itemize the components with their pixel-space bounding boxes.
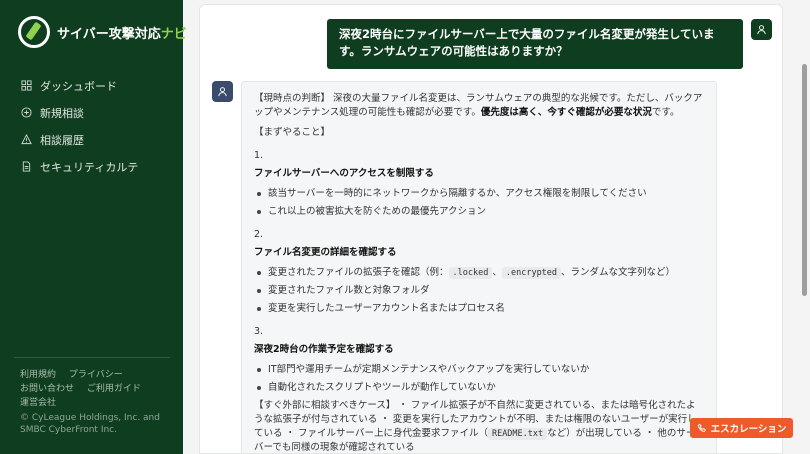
list-item: 該当サーバーを一時的にネットワークから隔離するか、アクセス権限を制限してください: [254, 187, 704, 201]
chat-panel: 深夜2時台にファイルサーバー上で大量のファイル名変更が発生しています。ランサムウ…: [199, 4, 783, 454]
step-list: 変更されたファイルの拡張子を確認（例： .locked、 .encrypted 、ラン…: [254, 266, 704, 316]
step-title: 深夜2時台の作業予定を確認する: [254, 344, 394, 355]
copyright: © CyLeague Holdings, Inc. and SMBC Cyber…: [20, 413, 160, 435]
app-logo[interactable]: サイバー攻撃対応ナビ: [18, 16, 187, 48]
code-snippet: README.txt: [487, 428, 548, 440]
assistant-avatar-icon: [212, 81, 233, 102]
list-item: これ以上の被害拡大を防ぐための最優先アクション: [254, 205, 704, 219]
step-number: 3.: [254, 326, 264, 337]
warning-icon: [20, 133, 32, 146]
escalation-label: エスカレーション: [710, 424, 787, 435]
escalation-button[interactable]: エスカレーション: [690, 418, 793, 438]
step-number: 2.: [254, 229, 264, 240]
list-item: 変更されたファイルの拡張子を確認（例： .locked、 .encrypted 、ラン…: [254, 266, 704, 280]
step-title: ファイル名変更の詳細を確認する: [254, 247, 397, 258]
phone-icon: [697, 423, 706, 433]
code-snippet: .locked: [448, 267, 493, 279]
sidebar-item-label: 相談履歴: [40, 133, 84, 147]
step-list: IT部門や運用チームが定期メンテナンスやバックアップを実行していないか 自動化さ…: [254, 363, 704, 395]
sidebar-item-security-chart[interactable]: セキュリティカルテ: [0, 153, 183, 180]
list-item: IT部門や運用チームが定期メンテナンスやバックアップを実行していないか: [254, 363, 704, 377]
sidebar-item-dashboard[interactable]: ダッシュボード: [0, 72, 183, 99]
sidebar: サイバー攻撃対応ナビ ダッシュボード 新規相談 相談履歴 セキュリティカルテ 利…: [0, 0, 187, 454]
list-item: 変更されたファイル数と対象フォルダ: [254, 284, 704, 298]
scrollbar[interactable]: [802, 64, 807, 296]
code-snippet: .encrypted: [501, 267, 562, 279]
contact-link[interactable]: お問い合わせ: [20, 384, 74, 394]
user-avatar-icon: [751, 19, 772, 40]
step-title: ファイルサーバーへのアクセスを制限する: [254, 168, 434, 179]
terms-link[interactable]: 利用規約: [20, 370, 56, 380]
sidebar-item-new-consultation[interactable]: 新規相談: [0, 99, 183, 126]
logo-icon: [18, 16, 50, 48]
sidebar-footer: 利用規約 プライバシー お問い合わせ ご利用ガイド 運営会社 © CyLeagu…: [20, 368, 183, 436]
consult-paragraph: 【すぐ外部に相談すべきケース】 ・ ファイル拡張子が不自然に変更されている、また…: [254, 400, 697, 453]
document-icon: [20, 160, 32, 173]
sidebar-item-history[interactable]: 相談履歴: [0, 126, 183, 153]
step-number: 1.: [254, 150, 264, 161]
list-item: 自動化されたスクリプトやツールが動作していないか: [254, 381, 704, 395]
step-list: 該当サーバーを一時的にネットワークから隔離するか、アクセス権限を制限してください…: [254, 187, 704, 219]
user-message: 深夜2時台にファイルサーバー上で大量のファイル名変更が発生しています。ランサムウ…: [327, 19, 743, 69]
judgment-paragraph: 【現時点の判断】 深夜の大量ファイル名変更は、ランサムウェアの典型的な兆候です。…: [254, 93, 703, 118]
sidebar-nav: ダッシュボード 新規相談 相談履歴 セキュリティカルテ: [0, 72, 183, 180]
company-link[interactable]: 運営会社: [20, 398, 56, 408]
privacy-link[interactable]: プライバシー: [69, 370, 123, 380]
guide-link[interactable]: ご利用ガイド: [87, 384, 141, 394]
priority-text: 優先度は高く、今すぐ確認が必要な状況: [480, 107, 652, 118]
grid-icon: [20, 79, 32, 92]
todo-heading: 【まずやること】: [254, 127, 331, 138]
sidebar-item-label: 新規相談: [40, 106, 84, 120]
list-item: 変更を実行したユーザーアカウント名またはプロセス名: [254, 302, 704, 316]
logo-text: サイバー攻撃対応ナビ: [57, 26, 187, 42]
sidebar-item-label: セキュリティカルテ: [40, 160, 139, 174]
assistant-message: 【現時点の判断】 深夜の大量ファイル名変更は、ランサムウェアの典型的な兆候です。…: [241, 81, 717, 453]
sidebar-divider: [14, 357, 170, 358]
sidebar-item-label: ダッシュボード: [40, 79, 117, 93]
plus-circle-icon: [20, 106, 32, 119]
